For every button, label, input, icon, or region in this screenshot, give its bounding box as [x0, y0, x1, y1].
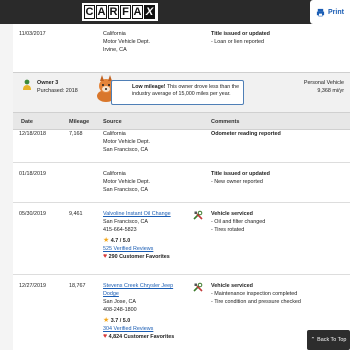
record-source: Stevens Creek Chrysler Jeep Dodge San Jo…: [103, 282, 174, 341]
record-comments: Title issued or updated - Loan or lien r…: [211, 30, 270, 46]
star-icon: ★: [103, 237, 110, 244]
record-comments: Title issued or updated - New owner repo…: [211, 170, 270, 186]
source-line: San Francisco, CA: [103, 147, 148, 153]
history-content: 11/03/2017 California Motor Vehicle Dept…: [13, 24, 350, 350]
comment-line: - Maintenance inspection completed: [211, 291, 298, 297]
shop-line: San Jose, CA: [103, 299, 136, 305]
service-wrench-icon: [193, 282, 203, 292]
logo-letter: C: [84, 5, 95, 19]
row-divider: [13, 162, 350, 163]
low-mileage-callout: Low mileage! This owner drove less than …: [111, 80, 244, 105]
shop-line: San Francisco, CA: [103, 219, 148, 225]
print-button[interactable]: Print: [310, 0, 350, 24]
shop-line: 408-248-1800: [103, 307, 137, 313]
customer-favorites: ♥ 290 Customer Favorites: [103, 253, 171, 261]
printer-icon: [316, 8, 325, 16]
carfax-logo[interactable]: C A R F A X: [82, 3, 158, 21]
chevron-up-icon: ⌃: [310, 337, 316, 343]
comment-line: - New owner reported: [211, 179, 263, 185]
verified-reviews-link[interactable]: 525 Verified Reviews: [103, 245, 171, 253]
rating-value: 4.7 / 5.0: [110, 238, 131, 244]
source-line: Motor Vehicle Dept.: [103, 39, 151, 45]
shop-name-link[interactable]: Valvoline Instant Oil Change: [103, 210, 171, 218]
column-header-date: Date: [21, 119, 33, 125]
comment-line: - Loan or lien reported: [211, 39, 265, 45]
heart-icon: ♥: [103, 253, 108, 260]
source-line: Irvine, CA: [103, 47, 127, 53]
source-line: California: [103, 131, 126, 137]
star-icon: ★: [103, 317, 110, 324]
source-line: Motor Vehicle Dept.: [103, 139, 151, 145]
shop-name-link[interactable]: Stevens Creek Chrysler Jeep: [103, 282, 174, 290]
logo-letter: X: [144, 5, 155, 19]
column-header-mileage: Mileage: [69, 119, 90, 125]
row-divider: [13, 274, 350, 275]
table-header: Date Mileage Source Comments: [13, 112, 350, 130]
record-source: Valvoline Instant Oil Change San Francis…: [103, 210, 171, 261]
record-source: California Motor Vehicle Dept. Irvine, C…: [103, 30, 150, 54]
record-date: 12/18/2018: [19, 131, 46, 137]
comment-title: Vehicle serviced: [211, 211, 253, 217]
source-line: Motor Vehicle Dept.: [103, 179, 151, 185]
logo-letter: A: [96, 5, 107, 19]
record-source: California Motor Vehicle Dept. San Franc…: [103, 170, 150, 194]
comment-title: Odometer reading reported: [211, 131, 281, 137]
source-line: California: [103, 31, 126, 37]
comment-line: - Tires rotated: [211, 227, 245, 233]
record-comments: Vehicle serviced - Oil and filter change…: [211, 210, 265, 234]
record-mileage: 18,767: [69, 283, 86, 289]
shop-rating: ★ 4.7 / 5.0: [103, 237, 171, 245]
vehicle-type: Personal Vehicle: [303, 80, 344, 86]
comment-title: Vehicle serviced: [211, 283, 253, 289]
logo-letter: A: [132, 5, 143, 19]
record-date: 11/03/2017: [19, 31, 46, 37]
comment-title: Title issued or updated: [211, 31, 270, 37]
miles-per-year: 9,368 mi/yr: [317, 88, 344, 94]
owner-name: Owner 3: [37, 80, 59, 86]
comment-line: - Oil and filter changed: [211, 219, 266, 225]
rating-value: 3.7 / 5.0: [110, 318, 131, 324]
back-to-top-label: Back To Top: [317, 337, 347, 343]
comment-title: Title issued or updated: [211, 171, 270, 177]
service-wrench-icon: [193, 210, 203, 220]
callout-title: Low mileage!: [132, 84, 166, 90]
print-label: Print: [328, 8, 344, 16]
heart-icon: ♥: [103, 333, 108, 340]
record-date: 12/27/2019: [19, 283, 46, 289]
source-line: San Francisco, CA: [103, 187, 148, 193]
record-mileage: 7,168: [69, 131, 83, 137]
customer-favorites: ♥ 4,824 Customer Favorites: [103, 333, 174, 341]
top-bar: C A R F A X Print: [0, 0, 350, 24]
favorites-count: 290 Customer Favorites: [108, 254, 170, 260]
record-mileage: 9,461: [69, 211, 83, 217]
record-comments: Vehicle serviced - Maintenance inspectio…: [211, 282, 301, 306]
back-to-top-button[interactable]: ⌃ Back To Top: [307, 330, 350, 350]
owner-purchased: Purchased: 2018: [37, 88, 78, 94]
favorites-count: 4,824 Customer Favorites: [108, 334, 175, 340]
logo-letter: R: [108, 5, 119, 19]
comment-line: - Tire condition and pressure checked: [211, 299, 301, 305]
shop-line: 415-664-5823: [103, 227, 137, 233]
shop-name-link[interactable]: Dodge: [103, 290, 174, 298]
shop-rating: ★ 3.7 / 5.0: [103, 317, 174, 325]
source-line: California: [103, 171, 126, 177]
row-divider: [13, 202, 350, 203]
logo-letter: F: [120, 5, 131, 19]
person-icon: [23, 79, 31, 90]
record-date: 01/18/2019: [19, 171, 46, 177]
column-header-source: Source: [103, 119, 122, 125]
record-date: 05/30/2019: [19, 211, 46, 217]
column-header-comments: Comments: [211, 119, 240, 125]
record-source: California Motor Vehicle Dept. San Franc…: [103, 130, 150, 154]
verified-reviews-link[interactable]: 304 Verified Reviews: [103, 325, 174, 333]
